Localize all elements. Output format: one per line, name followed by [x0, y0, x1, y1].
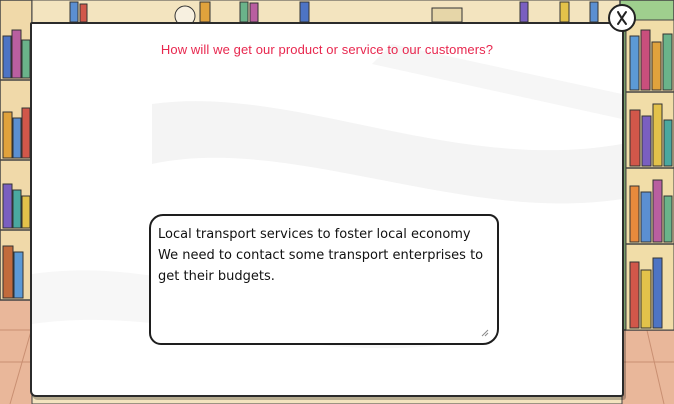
close-x-icon	[617, 11, 627, 25]
close-button[interactable]	[608, 4, 636, 32]
answer-line: get their budgets.	[158, 269, 275, 284]
resize-grip-icon[interactable]	[481, 329, 489, 337]
question-text: How will we get our product or service t…	[160, 42, 494, 57]
answer-line: Local transport services to foster local…	[158, 227, 471, 242]
question-dialog: How will we get our product or service t…	[30, 22, 624, 397]
answer-textarea[interactable]: Local transport services to foster local…	[149, 214, 499, 345]
answer-line: We need to contact some transport enterp…	[158, 248, 484, 263]
